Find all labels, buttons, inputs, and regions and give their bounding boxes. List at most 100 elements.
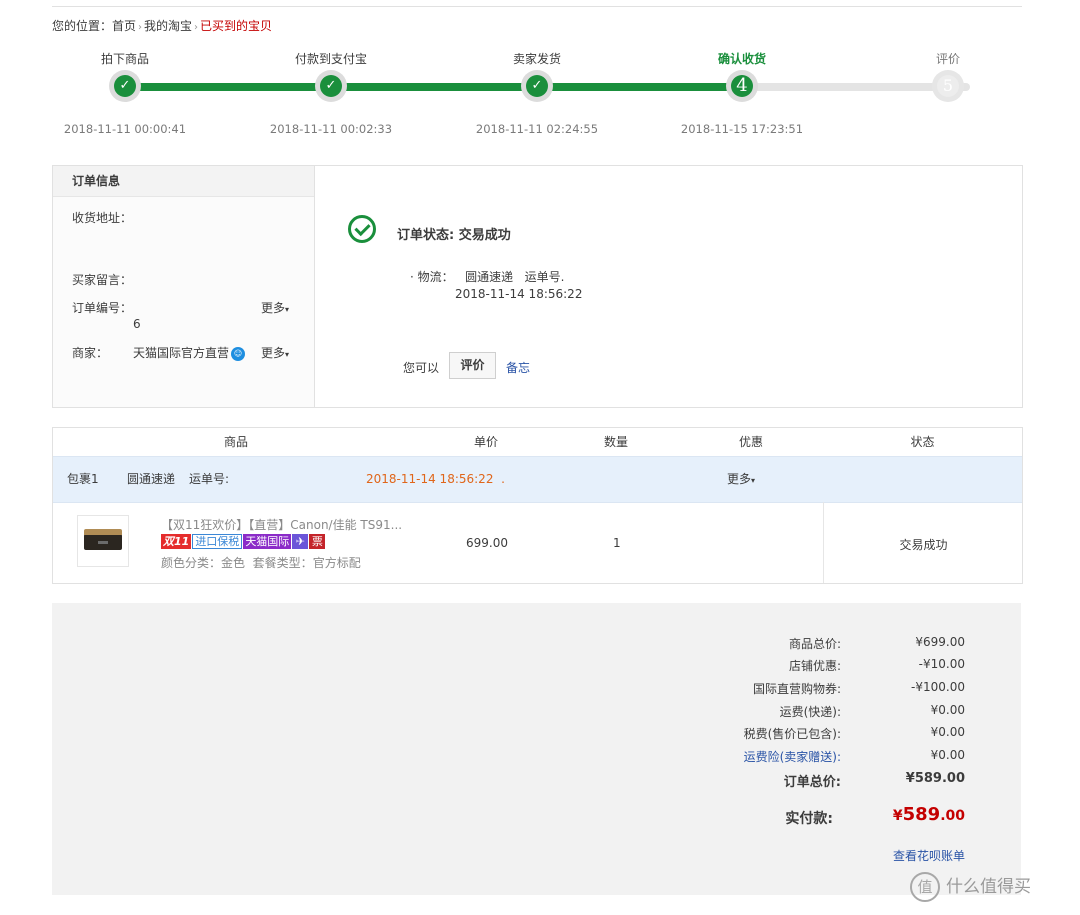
price-summary: 商品总价: ¥699.00 店铺优惠: -¥10.00 国际直营购物券: -¥1… bbox=[52, 603, 1021, 895]
breadcrumb-current[interactable]: 已买到的宝贝 bbox=[200, 19, 272, 33]
review-button[interactable]: 评价 bbox=[449, 352, 496, 379]
paid-label: 实付款: bbox=[785, 811, 833, 827]
check-icon: ✓ bbox=[320, 75, 342, 97]
watermark-logo: 值什么值得买 bbox=[910, 872, 1031, 902]
item-row: 【双11狂欢价】【直营】Canon/佳能 TS91... 双11 进口保税 天猫国际… bbox=[53, 502, 1022, 583]
goods-table: 商品 单价 数量 优惠 状态 包裹1 圆通速递 运单号: 2018-11-14 … bbox=[52, 427, 1023, 584]
package-row: 包裹1 圆通速递 运单号: 2018-11-14 18:56:22 . 更多▾ bbox=[53, 456, 1022, 503]
step-node-4: 4 bbox=[726, 70, 758, 102]
buyer-message-label: 买家留言： bbox=[72, 273, 133, 287]
coupon-label: 国际直营购物券: bbox=[752, 682, 841, 696]
package-time: 2018-11-14 18:56:22 . bbox=[366, 457, 505, 502]
shipping-value: ¥0.00 bbox=[930, 703, 965, 717]
package-name: 包裹1 bbox=[67, 472, 99, 486]
step-number-4: 4 bbox=[731, 75, 753, 97]
order-panel: 订单信息 收货地址： 买家留言： 订单编号： 更多▾ 6 商家： 天猫国际官方直… bbox=[52, 165, 1023, 408]
progress-track-done bbox=[120, 83, 742, 91]
check-icon: ✓ bbox=[526, 75, 548, 97]
subtotal-value: ¥699.00 bbox=[915, 635, 965, 649]
product-title-link[interactable]: 【双11狂欢价】【直营】Canon/佳能 TS91... bbox=[161, 516, 402, 533]
breadcrumb-my-taobao-link[interactable]: 我的淘宝 bbox=[144, 19, 192, 33]
product-thumbnail[interactable] bbox=[77, 515, 129, 567]
chevron-down-icon: ▾ bbox=[751, 476, 756, 485]
step-label-2: 付款到支付宝 bbox=[294, 52, 367, 66]
product-tags: 双11 进口保税 天猫国际 ✈ 票 bbox=[161, 534, 326, 550]
product-sku: 颜色分类：金色 套餐类型：官方标配 bbox=[161, 554, 361, 571]
invoice-tag: 票 bbox=[309, 534, 326, 549]
paid-integer: 589 bbox=[902, 804, 941, 825]
top-divider bbox=[52, 6, 1022, 7]
order-number-more-link[interactable]: 更多▾ bbox=[261, 299, 289, 316]
store-discount-value: -¥10.00 bbox=[918, 657, 965, 671]
step-node-1: ✓ bbox=[109, 70, 141, 102]
logistics-time: 2018-11-14 18:56:22 bbox=[455, 287, 583, 301]
breadcrumb-prefix: 您的位置： bbox=[52, 19, 113, 33]
huabei-bill-link[interactable]: 查看花呗账单 bbox=[893, 847, 965, 864]
chevron-down-icon: ▾ bbox=[285, 350, 290, 359]
goods-table-header: 商品 单价 数量 优惠 状态 bbox=[53, 428, 1022, 456]
step-node-2: ✓ bbox=[315, 70, 347, 102]
order-number-label: 订单编号： bbox=[72, 301, 133, 315]
paid-decimal: .00 bbox=[940, 808, 965, 824]
order-info-header: 订单信息 bbox=[53, 166, 314, 197]
shipping-insurance-link[interactable]: 运费险(卖家赠送): bbox=[744, 748, 841, 765]
merchant-label: 商家： bbox=[72, 346, 109, 360]
shipping-label: 运费(快递): bbox=[779, 705, 841, 719]
tax-label: 税费(售价已包含): bbox=[743, 727, 841, 741]
order-total-value: ¥589.00 bbox=[905, 771, 965, 786]
col-header-goods: 商品 bbox=[223, 435, 248, 449]
more-label: 更多 bbox=[261, 301, 286, 315]
step-label-3: 卖家发货 bbox=[512, 52, 561, 66]
actions-label: 您可以 bbox=[403, 361, 440, 375]
memo-link[interactable]: 备忘 bbox=[506, 359, 530, 376]
success-check-icon bbox=[348, 215, 376, 243]
step-time-3: 2018-11-11 02:24:55 bbox=[475, 122, 599, 136]
wangwang-chat-icon[interactable]: ☺ bbox=[231, 346, 246, 361]
unit-price: 699.00 bbox=[466, 536, 508, 550]
logistics-line: · 物流： 圆通速递 运单号. bbox=[410, 268, 564, 285]
check-icon: ✓ bbox=[114, 75, 136, 97]
logistics-prefix: · 物流： bbox=[410, 270, 454, 284]
paid-currency: ¥ bbox=[892, 808, 903, 824]
merchant-name[interactable]: 天猫国际官方直营 ☺ bbox=[133, 344, 246, 361]
sku-color-label: 颜色分类： bbox=[161, 556, 222, 570]
breadcrumb-separator: › bbox=[138, 22, 143, 33]
breadcrumb-separator: › bbox=[194, 22, 199, 33]
package-time-value: 2018-11-14 18:56:22 bbox=[366, 472, 494, 486]
sku-package-value: 官方标配 bbox=[312, 556, 361, 570]
sku-package-label: 套餐类型： bbox=[252, 556, 313, 570]
col-header-discount: 优惠 bbox=[738, 435, 763, 449]
package-time-suffix: . bbox=[501, 472, 505, 486]
breadcrumb-home-link[interactable]: 首页 bbox=[112, 19, 136, 33]
order-number-value: 6 bbox=[133, 317, 141, 331]
watermark-text: 什么值得买 bbox=[946, 877, 1031, 897]
logistics-tracking-label: 运单号. bbox=[524, 270, 565, 284]
chevron-down-icon: ▾ bbox=[285, 305, 290, 314]
quantity: 1 bbox=[613, 536, 621, 550]
step-number-5: 5 bbox=[937, 75, 959, 97]
tmall-global-tag: 天猫国际 bbox=[243, 534, 292, 549]
order-progress: 拍下商品 付款到支付宝 卖家发货 确认收货 评价 ✓ ✓ ✓ 4 5 2018-… bbox=[0, 40, 1080, 150]
airplane-icon: ✈ bbox=[292, 534, 309, 549]
merchant-more-link[interactable]: 更多▾ bbox=[261, 344, 289, 361]
sku-color-value: 金色 bbox=[221, 556, 246, 570]
step-node-3: ✓ bbox=[521, 70, 553, 102]
merchant-value: 天猫国际官方直营 bbox=[133, 346, 230, 360]
more-label: 更多 bbox=[727, 472, 752, 486]
item-status-cell: 交易成功 bbox=[823, 502, 1023, 583]
item-status: 交易成功 bbox=[899, 538, 948, 552]
store-discount-label: 店铺优惠: bbox=[788, 659, 841, 673]
order-status-area: 订单状态: 交易成功 · 物流： 圆通速递 运单号. 2018-11-14 18… bbox=[315, 166, 1022, 407]
step-label-4: 确认收货 bbox=[717, 52, 766, 66]
package-tracking-label: 运单号: bbox=[189, 472, 230, 486]
order-total-label: 订单总价: bbox=[783, 775, 841, 790]
order-status-title: 订单状态: 交易成功 bbox=[397, 228, 511, 243]
step-time-4: 2018-11-15 17:23:51 bbox=[680, 122, 804, 136]
bonded-import-tag: 进口保税 bbox=[192, 534, 243, 549]
package-more-link[interactable]: 更多▾ bbox=[727, 457, 755, 503]
step-time-2: 2018-11-11 00:02:33 bbox=[269, 122, 393, 136]
package-carrier: 圆通速递 bbox=[127, 472, 176, 486]
subtotal-label: 商品总价: bbox=[788, 637, 841, 651]
logistics-carrier: 圆通速递 bbox=[465, 270, 514, 284]
double11-tag: 双11 bbox=[161, 534, 192, 549]
